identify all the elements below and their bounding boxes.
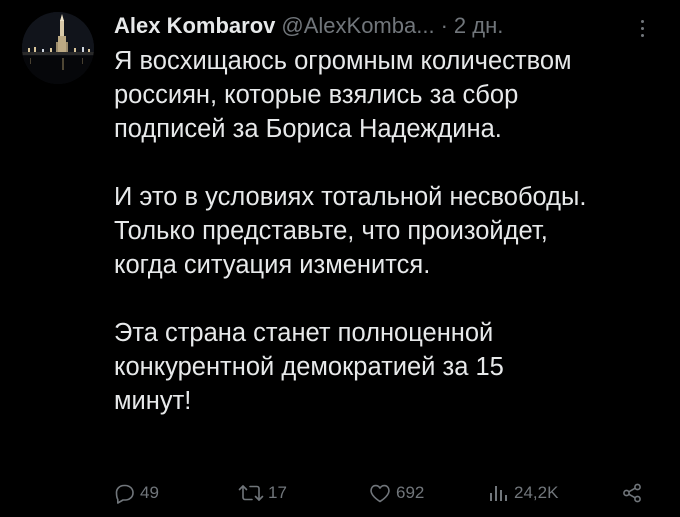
tweet-paragraph: Я восхищаюсь огромным количеством россия… [114,44,674,146]
heart-icon [370,484,390,503]
repost-count: 17 [268,483,287,502]
tweet-line: россиян, которые взялись за сбор [114,81,519,109]
like-button[interactable]: 692 [368,476,424,510]
author-handle[interactable]: @AlexKomba... [281,13,434,39]
author-name[interactable]: Alex Kombarov [114,13,275,39]
post-time[interactable]: 2 дн. [454,13,503,39]
reply-button[interactable]: 49 [112,476,159,510]
share-icon [623,483,641,503]
avatar-image [22,12,94,84]
more-dot [640,33,644,37]
tweet-line: минут! [114,387,192,415]
views-button[interactable]: 24,2K [486,476,558,510]
action-bar: 49 17 692 24,2K [112,476,652,510]
tweet-header: Alex Kombarov @AlexKomba... · 2 дн. [114,10,503,42]
tweet-text: Я восхищаюсь огромным количеством россия… [114,44,674,418]
views-icon [490,486,507,501]
like-count: 692 [396,483,425,502]
tweet-line: когда ситуация изменится. [114,251,431,279]
more-options-icon[interactable] [630,14,654,42]
reply-count: 49 [140,483,159,502]
header-separator: · [440,13,448,38]
tweet-paragraph: И это в условиях тотальной несвободы. То… [114,180,674,282]
tweet-line: подписей за Бориса Надеждина. [114,115,502,143]
tweet-paragraph: Эта страна станет полноценной конкурентн… [114,316,674,418]
tweet-line: Эта страна станет полноценной [114,319,494,347]
views-count: 24,2K [514,483,559,502]
more-dot [640,19,644,23]
tweet-line: конкурентной демократией за 15 [114,353,504,381]
avatar[interactable] [22,12,94,84]
tweet-line: Только представьте, что произойдет, [114,217,548,245]
more-dot [640,26,644,30]
tweet[interactable]: Alex Kombarov @AlexKomba... · 2 дн. Я во… [0,0,680,517]
tweet-line: И это в условиях тотальной несвободы. [114,183,587,211]
reply-icon [115,484,134,504]
repost-button[interactable]: 17 [238,476,287,510]
repost-icon [238,485,264,501]
tweet-line: Я восхищаюсь огромным количеством [114,47,572,75]
share-button[interactable] [620,476,644,510]
